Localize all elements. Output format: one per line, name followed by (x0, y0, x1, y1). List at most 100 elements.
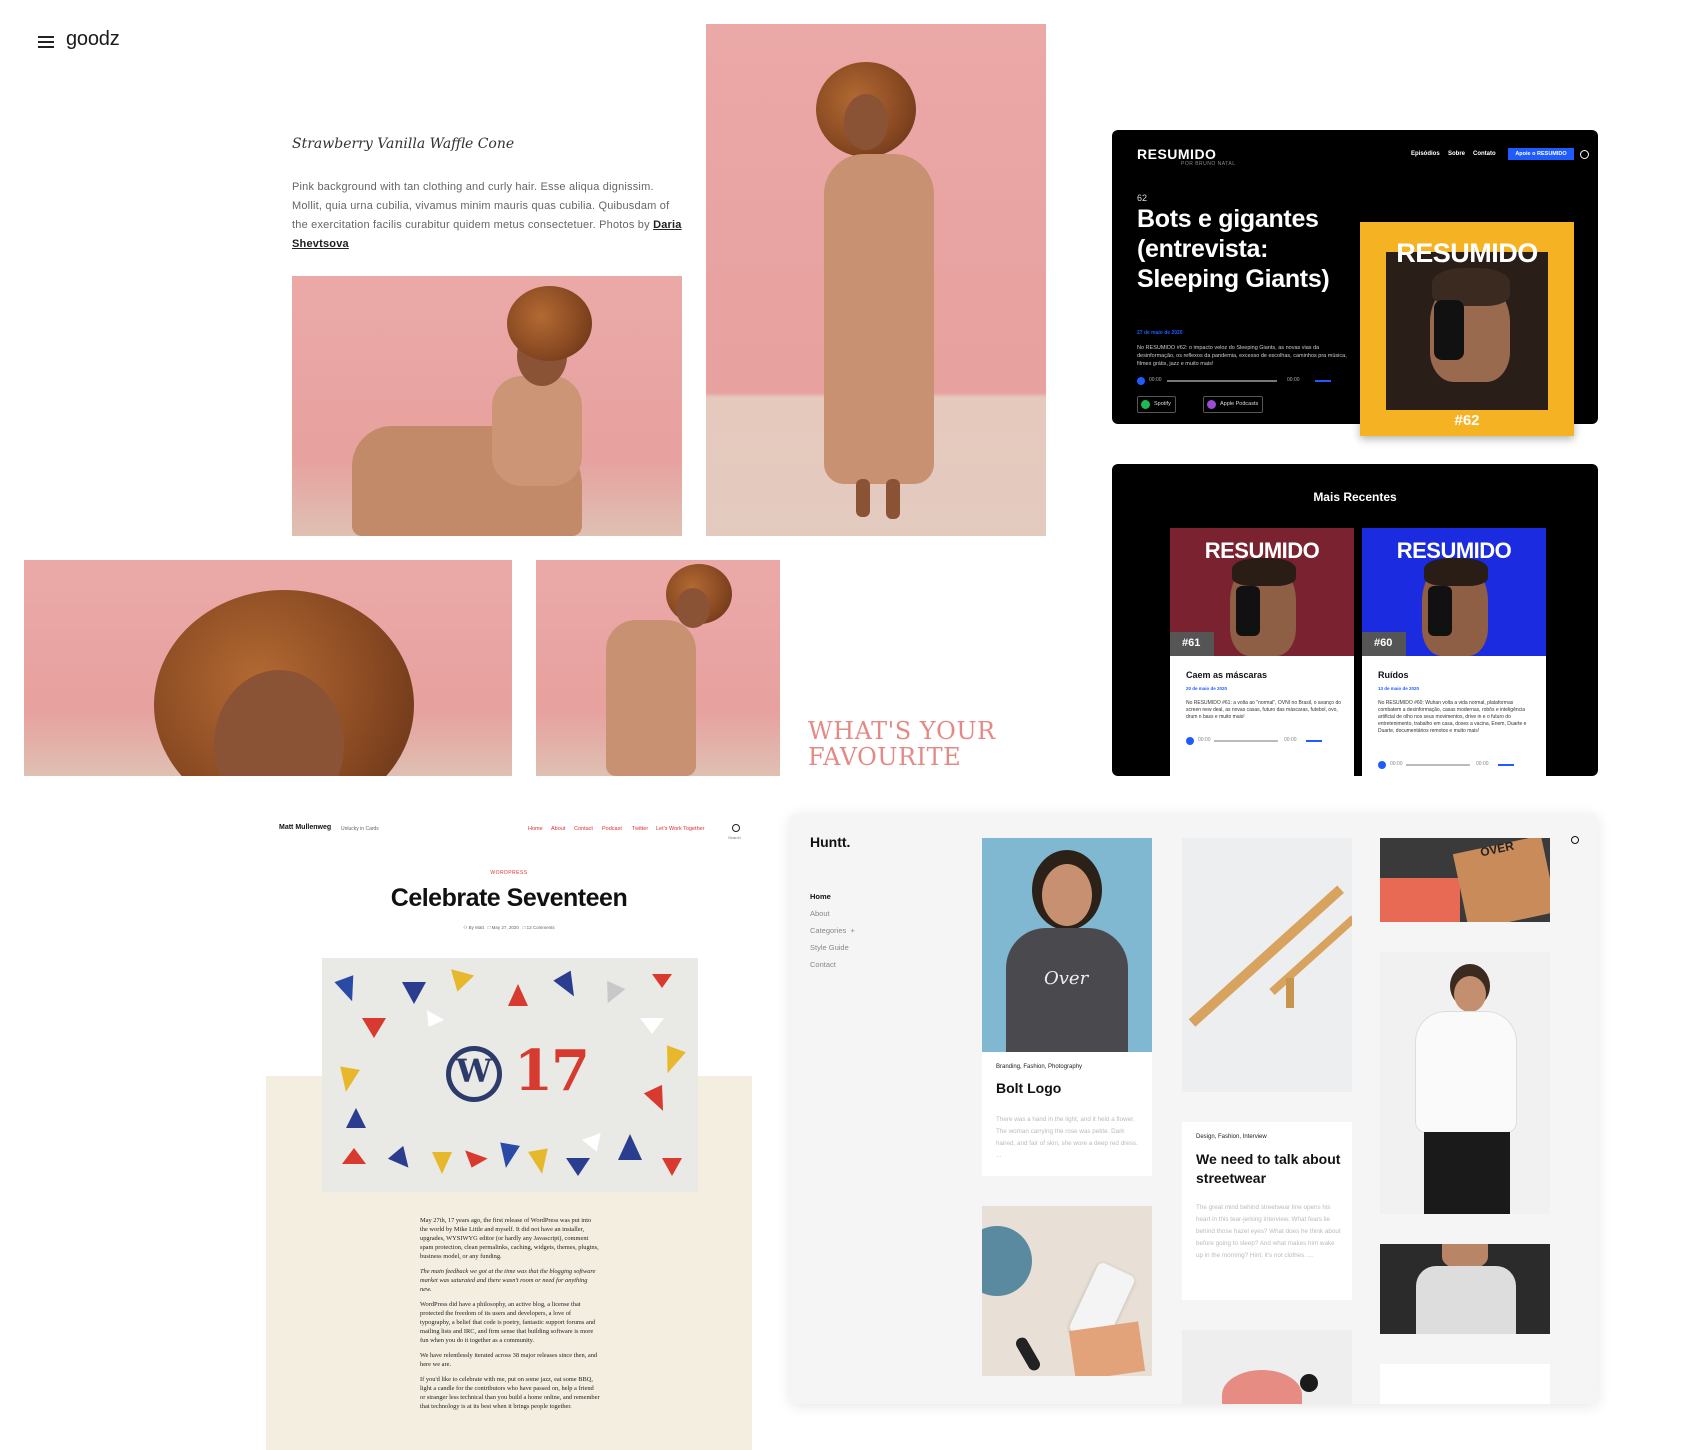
goodz-logo[interactable]: goodz (66, 28, 120, 51)
post-card-bolt-logo[interactable]: Branding, Fashion, Photography Bolt Logo… (982, 1052, 1152, 1176)
nav-twitter[interactable]: Twitter (632, 826, 648, 832)
episode-date: 20 de maio de 2020 (1186, 686, 1228, 691)
episode-date: 13 de maio de 2020 (1378, 686, 1420, 691)
nav-about[interactable]: About (810, 909, 830, 918)
post-title[interactable]: Bolt Logo (996, 1080, 1061, 1096)
audio-player[interactable]: 00:00 00:00 (1378, 760, 1528, 770)
photo-placeholder[interactable] (1380, 1364, 1550, 1404)
audio-player[interactable]: 00:00 00:00 (1137, 376, 1337, 386)
post-body: May 27th, 17 years ago, the first releas… (420, 1216, 600, 1417)
episode-title[interactable]: Caem as máscaras (1186, 670, 1267, 680)
post-title[interactable]: We need to talk about streetwear (1196, 1150, 1342, 1188)
photo-man-tshirt[interactable] (1380, 952, 1550, 1214)
episode-card-60[interactable]: RESUMIDO #60 Ruídos 13 de maio de 2020 N… (1362, 528, 1546, 776)
post-excerpt: The great mind behind streetwear line op… (1196, 1204, 1341, 1259)
volume-slider[interactable] (1306, 740, 1322, 742)
nav-contato[interactable]: Contato (1473, 151, 1496, 157)
search-icon[interactable] (1571, 836, 1579, 844)
spotify-badge[interactable]: Spotify (1137, 396, 1176, 413)
search-icon[interactable] (1580, 150, 1589, 159)
resumido-logo[interactable]: RESUMIDO (1137, 146, 1216, 162)
search-icon[interactable] (732, 824, 740, 832)
time-end: 00:00 (1287, 377, 1300, 383)
comment-icon: □ (522, 925, 526, 930)
nav-podcast[interactable]: Podcast (602, 826, 622, 832)
photo-woman-standing (706, 24, 1046, 536)
play-icon[interactable] (1378, 761, 1386, 769)
apple-podcasts-label: Apple Podcasts (1220, 401, 1259, 407)
photo-illustration[interactable] (1182, 1330, 1352, 1404)
time-start: 00:00 (1390, 761, 1403, 767)
resumido-byline: POR BRUNO NATAL (1181, 161, 1236, 167)
photo-man-pattern-shirt[interactable] (1380, 1244, 1550, 1334)
user-icon: ⚇ (463, 925, 468, 930)
progress-bar[interactable] (1406, 764, 1470, 766)
post-author[interactable]: By Matt (469, 925, 484, 930)
quote-line: WHAT'S YOUR (808, 717, 996, 745)
photo-woman-sitting (292, 276, 682, 536)
post-title: Celebrate Seventeen (390, 884, 628, 912)
post-paragraph: We have relentlessly iterated across 38 … (420, 1352, 598, 1368)
spotify-icon (1141, 400, 1150, 409)
post-excerpt: There was a hand in the light, and it he… (996, 1116, 1138, 1159)
post-date[interactable]: May 27, 2020 (492, 925, 519, 930)
nav-contact[interactable]: Contact (574, 826, 593, 832)
wordpress-logo-icon: W (446, 1046, 502, 1102)
nav-episodios[interactable]: Episódios (1411, 151, 1440, 157)
recent-heading: Mais Recentes (1313, 490, 1397, 504)
episode-card-61[interactable]: RESUMIDO #61 Caem as máscaras 20 de maio… (1170, 528, 1354, 776)
huntt-logo[interactable]: Huntt. (810, 834, 850, 850)
volume-slider[interactable] (1498, 764, 1514, 766)
episode-blurb: No RESUMIDO #62: o impacto veloz do Slee… (1137, 345, 1347, 367)
progress-bar[interactable] (1214, 740, 1278, 742)
apple-podcasts-badge[interactable]: Apple Podcasts (1203, 396, 1264, 413)
episode-cover: RESUMIDO #61 (1170, 528, 1354, 656)
photo-over-packaging[interactable]: OVER (1380, 838, 1550, 922)
time-start: 00:00 (1198, 737, 1211, 743)
cover-word: RESUMIDO (1396, 238, 1538, 268)
nav-sobre[interactable]: Sobre (1448, 151, 1465, 157)
featured-image (322, 958, 698, 1192)
support-button[interactable]: Apoie o RESUMIDO (1508, 148, 1574, 160)
site-title[interactable]: Matt Mullenweg (279, 824, 331, 831)
episode-title[interactable]: Ruídos (1378, 670, 1409, 680)
sweater-print: Over (1044, 968, 1089, 989)
volume-slider[interactable] (1315, 380, 1331, 382)
post-paragraph: If you'd like to celebrate with me, put … (420, 1376, 600, 1410)
photo-woman-sweater[interactable]: Over (982, 838, 1152, 1052)
post-title: Strawberry Vanilla Waffle Cone (292, 136, 515, 152)
time-start: 00:00 (1149, 377, 1162, 383)
post-categories: Design, Fashion, Interview (1196, 1134, 1267, 1140)
nav-home[interactable]: Home (810, 892, 831, 901)
nav-style-guide[interactable]: Style Guide (810, 943, 849, 952)
menu-icon[interactable] (38, 36, 54, 48)
site-tagline: Unlucky in Cards (341, 826, 379, 832)
nav-home[interactable]: Home (528, 826, 543, 832)
episode-body: No RESUMIDO #61: a volta ao "normal", OV… (1186, 700, 1342, 720)
plus-icon: + (850, 926, 855, 935)
play-icon[interactable] (1137, 377, 1145, 385)
episode-number: 62 (1137, 193, 1148, 203)
audio-player[interactable]: 00:00 00:00 (1186, 736, 1336, 746)
post-card-streetwear[interactable]: Design, Fashion, Interview We need to ta… (1182, 1122, 1352, 1300)
post-paragraph: WordPress did have a philosophy, an acti… (420, 1301, 596, 1344)
apple-podcasts-icon (1207, 400, 1216, 409)
nav-contact[interactable]: Contact (810, 960, 836, 969)
episode-cover[interactable]: RESUMIDO #62 (1360, 222, 1574, 436)
episode-title[interactable]: Bots e gigantes (entrevista: Sleeping Gi… (1137, 204, 1357, 294)
nav-categories[interactable]: Categories + (810, 926, 855, 935)
nav-work-together[interactable]: Let's Work Together (656, 826, 705, 832)
play-icon[interactable] (1186, 737, 1194, 745)
episode-date: 27 de maio de 2020 (1137, 330, 1183, 336)
episode-number: #60 (1374, 637, 1393, 649)
post-comments[interactable]: 13 Comments (527, 925, 555, 930)
nav-categories-label: Categories (810, 926, 847, 935)
progress-bar[interactable] (1167, 380, 1277, 382)
nav-about[interactable]: About (551, 826, 565, 832)
post-meta: ⚇ By Matt □ May 27, 2020 □ 13 Comments (266, 925, 752, 931)
post-category[interactable]: WORDPRESS (266, 870, 752, 876)
photo-stair-rail[interactable] (1182, 838, 1352, 1092)
photo-desk-items[interactable] (982, 1206, 1152, 1376)
cover-word: RESUMIDO (1396, 538, 1512, 563)
post-paragraph: May 27th, 17 years ago, the first releas… (420, 1217, 599, 1260)
